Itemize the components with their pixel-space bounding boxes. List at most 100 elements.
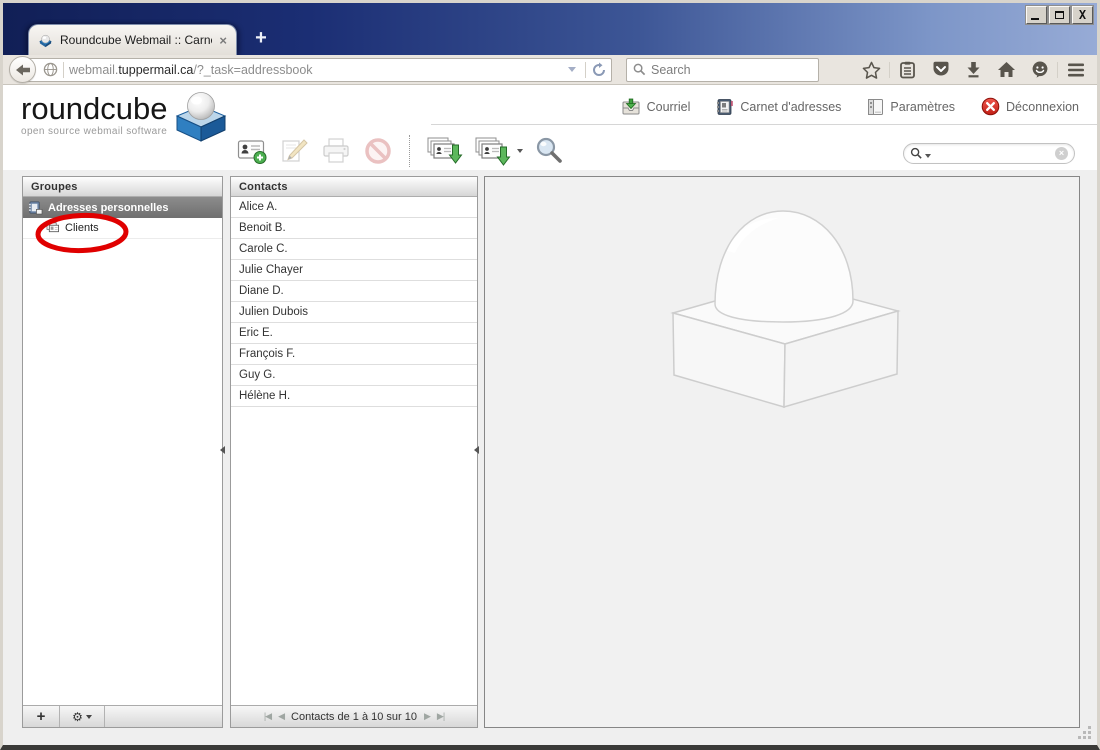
url-history-dropdown-icon[interactable] xyxy=(568,67,576,72)
page-next-button[interactable]: ▶ xyxy=(424,711,430,722)
pagination: |◀ ◀ Contacts de 1 à 10 sur 10 ▶ ▶| xyxy=(231,711,477,723)
tab-close-icon[interactable]: × xyxy=(219,34,227,47)
settings-icon xyxy=(867,98,884,116)
groups-footer: + ⚙ xyxy=(23,705,222,727)
quick-search-box[interactable]: × xyxy=(903,143,1075,164)
contact-row[interactable]: Hélène H. xyxy=(231,386,477,407)
import-contacts-button[interactable] xyxy=(425,136,463,166)
taskbar-addressbook[interactable]: Carnet d'adresses xyxy=(716,98,841,116)
addressbook-icon xyxy=(716,98,734,116)
contact-row[interactable]: Diane D. xyxy=(231,281,477,302)
close-button[interactable]: X xyxy=(1072,6,1093,24)
groups-panel: Groupes Adresses personnelles xyxy=(22,176,223,728)
delete-icon xyxy=(363,136,393,166)
page-last-button[interactable]: ▶| xyxy=(437,711,444,722)
taskbar-settings[interactable]: Paramètres xyxy=(867,98,955,116)
taskbar-settings-label: Paramètres xyxy=(890,100,955,114)
maximize-button[interactable] xyxy=(1049,6,1070,24)
resize-grip-icon[interactable] xyxy=(1077,725,1092,740)
quick-search-clear-icon[interactable]: × xyxy=(1055,147,1068,160)
addressbook-group-icon xyxy=(28,201,43,215)
edit-contact-button[interactable] xyxy=(278,136,310,166)
reload-button[interactable] xyxy=(591,62,607,78)
add-group-button[interactable]: + xyxy=(23,706,60,727)
group-item-clients[interactable]: Clients xyxy=(23,218,222,239)
gear-icon: ⚙ xyxy=(72,710,83,724)
groups-splitter-handle[interactable] xyxy=(219,444,226,456)
contacts-panel: Contacts Alice A. Benoit B. Carole C. Ju… xyxy=(230,176,478,728)
export-dropdown-icon[interactable] xyxy=(517,149,523,153)
magnifier-icon xyxy=(534,136,564,166)
contact-row[interactable]: Benoit B. xyxy=(231,218,477,239)
search-contacts-button[interactable] xyxy=(533,136,565,166)
export-contacts-button[interactable] xyxy=(473,136,511,166)
site-identity-globe-icon xyxy=(43,62,58,77)
delete-contact-button[interactable] xyxy=(362,136,394,166)
contact-name: Hélène H. xyxy=(239,390,290,402)
contact-name: Benoit B. xyxy=(239,222,286,234)
add-contact-icon xyxy=(237,137,268,165)
maximize-icon xyxy=(1055,11,1064,19)
hamburger-icon xyxy=(1067,63,1085,77)
contact-name: Eric E. xyxy=(239,327,273,339)
taskbar-logout-label: Déconnexion xyxy=(1006,100,1079,114)
browser-search-box[interactable] xyxy=(626,58,819,82)
logo-tagline: open source webmail software xyxy=(21,126,168,137)
hello-button[interactable] xyxy=(1024,57,1055,83)
taskbar-logout[interactable]: Déconnexion xyxy=(981,97,1079,116)
downloads-button[interactable] xyxy=(958,57,989,83)
group-item-personal[interactable]: Adresses personnelles xyxy=(23,197,222,218)
new-tab-button[interactable]: + xyxy=(246,26,276,52)
url-text[interactable]: webmail.tuppermail.ca/?_task=addressbook xyxy=(69,63,563,77)
quick-search-input[interactable] xyxy=(933,148,1053,160)
clipboard-icon xyxy=(899,61,916,79)
page-first-button[interactable]: |◀ xyxy=(264,711,271,722)
contact-row[interactable]: Julien Dubois xyxy=(231,302,477,323)
bookmark-star-button[interactable] xyxy=(856,57,887,83)
contact-name: François F. xyxy=(239,348,295,360)
quick-search-scope-icon[interactable] xyxy=(925,154,931,158)
back-arrow-icon xyxy=(15,63,31,77)
contact-preview-panel xyxy=(484,176,1080,728)
bookmarks-menu-button[interactable] xyxy=(892,57,923,83)
toolbar-separator xyxy=(409,135,410,167)
browser-navbar: webmail.tuppermail.ca/?_task=addressbook xyxy=(3,55,1097,85)
contact-row[interactable]: Julie Chayer xyxy=(231,260,477,281)
url-bar[interactable]: webmail.tuppermail.ca/?_task=addressbook xyxy=(22,58,612,82)
navbar-separator-2 xyxy=(1057,62,1058,78)
urlbar-separator-2 xyxy=(585,62,586,78)
contacts-list: Alice A. Benoit B. Carole C. Julie Chaye… xyxy=(231,197,477,407)
pocket-button[interactable] xyxy=(925,57,956,83)
print-button[interactable] xyxy=(320,136,352,166)
contact-row[interactable]: Guy G. xyxy=(231,365,477,386)
browser-tab[interactable]: Roundcube Webmail :: Carne... × xyxy=(28,24,237,55)
home-button[interactable] xyxy=(991,57,1022,83)
contact-row[interactable]: François F. xyxy=(231,344,477,365)
search-input[interactable] xyxy=(651,63,812,77)
import-icon xyxy=(426,136,463,166)
page-prev-button[interactable]: ◀ xyxy=(278,711,284,722)
pagination-text: Contacts de 1 à 10 sur 10 xyxy=(291,711,417,723)
contact-row[interactable]: Carole C. xyxy=(231,239,477,260)
quick-search-icon xyxy=(910,147,923,160)
minimize-button[interactable] xyxy=(1026,6,1047,24)
taskbar-addressbook-label: Carnet d'adresses xyxy=(740,100,841,114)
logout-icon xyxy=(981,97,1000,116)
minimize-icon xyxy=(1031,18,1039,20)
add-contact-button[interactable] xyxy=(236,136,268,166)
download-arrow-icon xyxy=(965,61,982,78)
back-button[interactable] xyxy=(9,56,36,83)
group-item-clients-label: Clients xyxy=(65,222,99,234)
tab-title: Roundcube Webmail :: Carne... xyxy=(60,33,212,47)
contacts-splitter-handle[interactable] xyxy=(473,444,480,456)
window-controls: X xyxy=(1026,6,1093,24)
contact-name: Guy G. xyxy=(239,369,275,381)
menu-button[interactable] xyxy=(1060,57,1091,83)
taskbar-mail[interactable]: Courriel xyxy=(621,98,691,115)
contact-row[interactable]: Eric E. xyxy=(231,323,477,344)
contact-name: Carole C. xyxy=(239,243,288,255)
group-actions-button[interactable]: ⚙ xyxy=(60,706,105,727)
contact-row[interactable]: Alice A. xyxy=(231,197,477,218)
contacts-footer: |◀ ◀ Contacts de 1 à 10 sur 10 ▶ ▶| xyxy=(231,705,477,727)
titlebar[interactable]: X Roundcube Webmail :: Carne... × + xyxy=(3,3,1097,55)
